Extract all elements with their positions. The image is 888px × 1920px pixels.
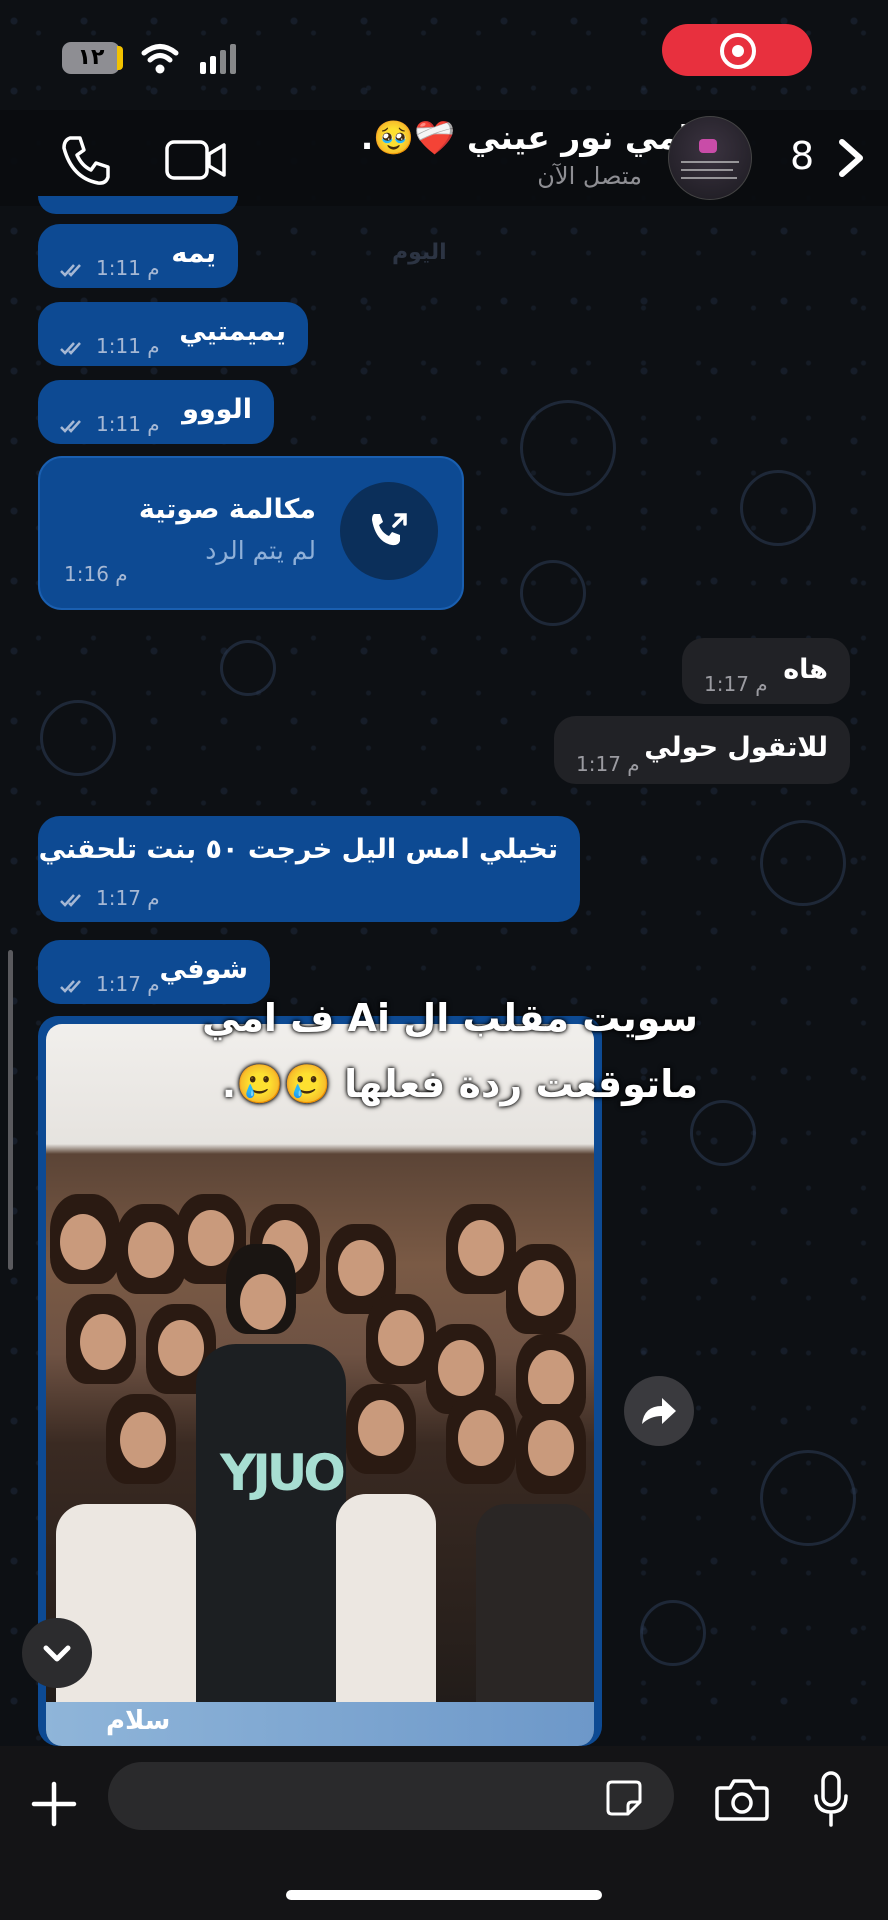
message-time: 1:11 م	[60, 256, 160, 280]
message-bubble[interactable]: يمه 1:11 م	[38, 224, 238, 288]
message-text: للاتقول حولي	[644, 732, 828, 763]
double-check-icon	[60, 419, 88, 433]
battery-indicator: ١٢	[62, 42, 123, 74]
phone-icon[interactable]	[58, 132, 114, 188]
hoodie-print: YJUO	[220, 1444, 346, 1502]
scroll-to-bottom-button[interactable]	[22, 1618, 92, 1688]
call-title: مكالمة صوتية	[138, 494, 316, 525]
message-time: 1:11 م	[60, 334, 160, 358]
group-photo[interactable]: YJUO سلام	[46, 1024, 594, 1746]
message-bubble[interactable]: الووو 1:11 م	[38, 380, 274, 444]
plus-icon[interactable]	[30, 1780, 78, 1828]
message-bubble-outgoing[interactable]: هاه 1:17 م	[682, 638, 850, 704]
video-camera-icon[interactable]	[164, 136, 228, 184]
message-text: يمه	[171, 238, 216, 269]
chat-header: امي نور عيني ❤️‍🩹🥹. متصل الآن 8	[0, 110, 888, 206]
message-time: 1:17 م	[576, 752, 640, 776]
double-check-icon	[60, 341, 88, 355]
message-time: 1:17 م	[704, 672, 768, 696]
message-text: شوفي	[159, 954, 248, 985]
call-status: لم يتم الرد	[205, 536, 316, 565]
image-message[interactable]: YJUO سلام	[38, 1016, 602, 1746]
message-bubble-partial	[38, 196, 238, 214]
scrollbar[interactable]	[8, 950, 13, 1270]
message-time: 1:17 م	[60, 972, 160, 996]
contact-status: متصل الآن	[537, 162, 642, 190]
overlay-caption-line-2: ماتوقعت ردة فعلها 🥲🥲.	[221, 1062, 698, 1106]
contact-name[interactable]: امي نور عيني ❤️‍🩹🥹.	[361, 118, 690, 158]
message-text: الووو	[182, 394, 252, 425]
avatar[interactable]	[668, 116, 752, 200]
camera-icon[interactable]	[714, 1776, 770, 1822]
photo-footer-text: سلام	[106, 1706, 171, 1736]
wifi-icon	[141, 44, 179, 74]
message-bubble-outgoing[interactable]: للاتقول حولي 1:17 م	[554, 716, 850, 784]
screen-recording-indicator[interactable]	[662, 24, 812, 76]
message-time: 1:17 م	[60, 886, 160, 910]
chevron-down-icon	[43, 1645, 71, 1662]
microphone-icon[interactable]	[812, 1770, 850, 1828]
double-check-icon	[60, 979, 88, 993]
signal-icon	[200, 44, 240, 74]
unread-count[interactable]: 8	[790, 134, 814, 178]
overlay-caption-line-1: سويت مقلب ال Ai ف امي	[201, 996, 698, 1040]
message-input[interactable]	[108, 1762, 674, 1830]
message-input-bar	[0, 1746, 888, 1920]
message-time: 1:16 م	[64, 562, 128, 586]
message-text: هاه	[783, 654, 828, 685]
forward-arrow-icon	[642, 1398, 676, 1424]
missed-voice-call-bubble[interactable]: مكالمة صوتية لم يتم الرد 1:16 م	[38, 456, 464, 610]
chevron-back-icon[interactable]	[834, 136, 868, 180]
date-separator: اليوم	[392, 240, 447, 265]
message-bubble[interactable]: يميمتيي 1:11 م	[38, 302, 308, 366]
sticker-icon[interactable]	[604, 1778, 644, 1818]
message-text: يميمتيي	[179, 316, 286, 347]
photo-footer: سلام	[46, 1702, 594, 1746]
status-bar: ١٢	[0, 0, 888, 110]
message-time: 1:11 م	[60, 412, 160, 436]
message-text: تخيلي امس اليل خرجت ٥٠ بنت تلحقني	[38, 834, 558, 865]
double-check-icon	[60, 263, 88, 277]
hoodie	[196, 1344, 346, 1704]
call-back-button[interactable]	[340, 482, 438, 580]
message-bubble[interactable]: تخيلي امس اليل خرجت ٥٠ بنت تلحقني 1:17 م	[38, 816, 580, 922]
outgoing-call-icon	[372, 513, 407, 546]
record-icon	[720, 33, 756, 69]
forward-button[interactable]	[624, 1376, 694, 1446]
home-indicator[interactable]	[286, 1890, 602, 1900]
double-check-icon	[60, 893, 88, 907]
message-bubble[interactable]: شوفي 1:17 م	[38, 940, 270, 1004]
